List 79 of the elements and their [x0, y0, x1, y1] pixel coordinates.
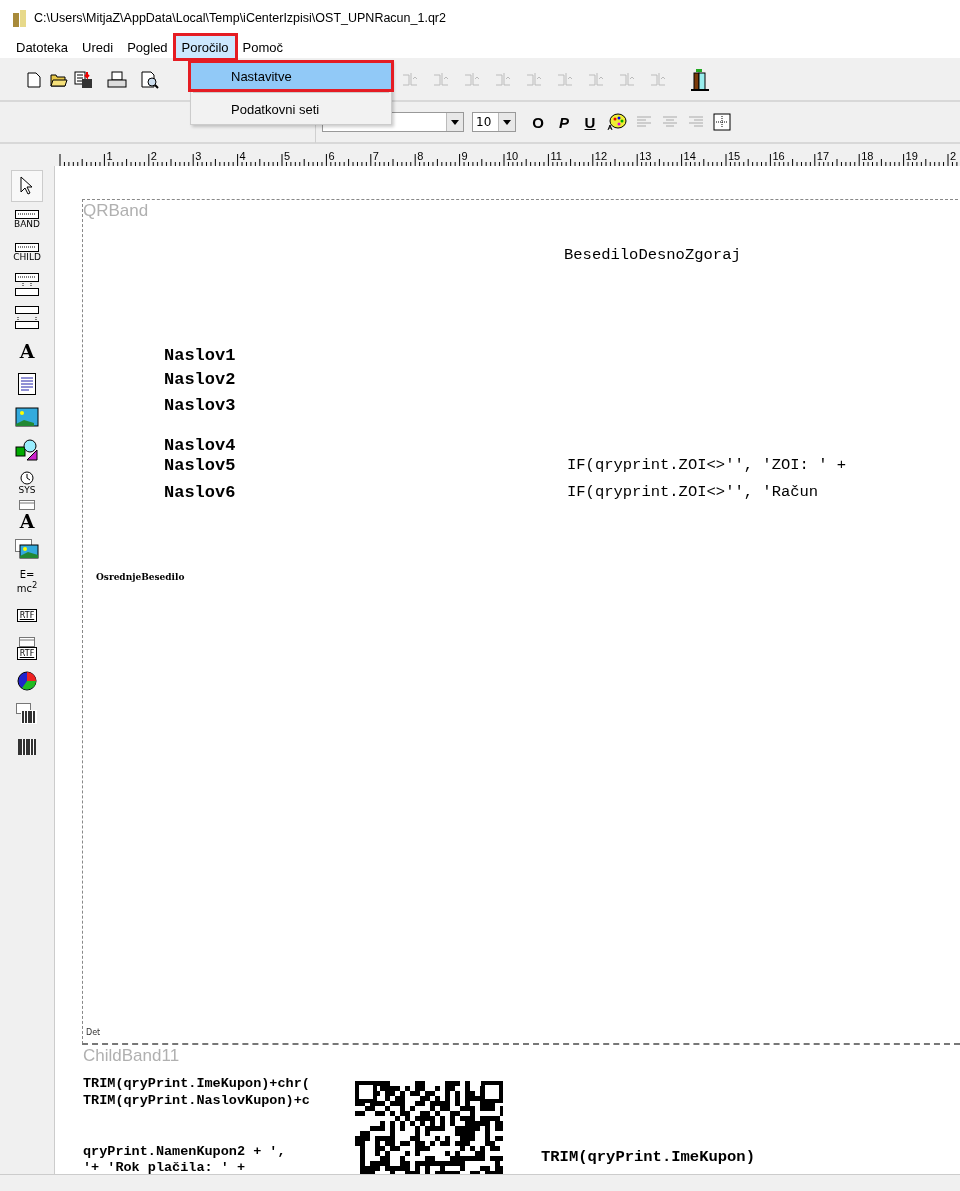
align-icon	[432, 71, 450, 89]
shapes-icon	[15, 439, 39, 461]
report-field: IF(qryprint.ZOI<>'', 'Račun	[567, 483, 819, 501]
report-field: qryPrint.NamenKupon2 + ',	[83, 1144, 286, 1159]
barcode-icon	[16, 703, 38, 725]
menu-item[interactable]: Datoteka	[10, 36, 75, 58]
align-icon	[649, 71, 667, 89]
report-field: TRIM(qryPrint.ImeKupon)+chr(	[83, 1076, 310, 1091]
align-left-icon	[637, 116, 651, 128]
pointer-icon	[20, 176, 34, 196]
report-field: Naslov5	[164, 456, 236, 475]
report-field: IF(qryprint.ZOI<>'', 'ZOI: ' +	[567, 456, 847, 474]
tool-button[interactable]: RTF	[11, 599, 43, 631]
ruler: 1 2 3 4 5 6 7 8 9 10 11 12 13 14 15 16 17 18 19 2	[0, 146, 960, 166]
format-button[interactable]: P	[552, 109, 576, 135]
band-icon	[15, 242, 39, 252]
menu-item[interactable]: Poročilo	[175, 36, 235, 58]
tool-button[interactable]: A	[11, 335, 43, 367]
app-icon	[12, 9, 28, 27]
align-icon	[556, 71, 574, 89]
align-icon	[525, 71, 543, 89]
report-field: Naslov4	[164, 436, 236, 455]
report-field: Naslov1	[164, 346, 236, 365]
window-title: C:\Users\MitjaZ\AppData\Local\Temp\iCenterIzpisi\OST_UPNRacun_1.qr2	[34, 11, 446, 25]
window-icon	[19, 500, 35, 510]
data-picture-icon	[15, 539, 39, 559]
tool-button[interactable]: A	[11, 500, 43, 532]
band-icon	[15, 209, 39, 219]
document-icon	[18, 373, 36, 395]
align-icon	[618, 71, 636, 89]
align-icon	[494, 71, 512, 89]
toolbar-button[interactable]	[688, 66, 712, 94]
menu-item[interactable]: Podatkovni seti	[191, 96, 391, 122]
clock-icon	[20, 471, 34, 485]
align-icon	[463, 71, 481, 89]
font-size-dropdown[interactable]: 10	[472, 112, 516, 132]
save-icon	[74, 71, 94, 89]
tool-button[interactable]	[11, 170, 43, 202]
format-button[interactable]: U	[578, 109, 602, 135]
menu-item[interactable]: Pomoč	[236, 36, 290, 58]
format-button[interactable]: O	[526, 109, 550, 135]
preview-icon	[141, 71, 159, 89]
tool-button[interactable]: SYS	[11, 467, 43, 499]
band-label: QRBand	[83, 201, 149, 221]
frame-icon	[713, 113, 731, 131]
palette-icon	[607, 113, 627, 131]
report-field: TRIM(qryPrint.ImeKupon)	[541, 1148, 755, 1166]
tool-button[interactable]: E= mc$^{2}$	[11, 566, 43, 598]
caret-icon	[503, 119, 511, 125]
report-field: '+ 'Rok plačila: ' +	[83, 1160, 246, 1174]
menu-item[interactable]: Pogled	[121, 36, 174, 58]
report-field: TRIM(qryPrint.NaslovKupon)+c	[83, 1093, 310, 1108]
report-field: OsrednjeBesedilo	[96, 572, 185, 582]
report-field: Naslov3	[164, 396, 236, 415]
menu-item[interactable]: Uredi	[76, 36, 120, 58]
align-right-icon	[689, 116, 703, 128]
align-center-icon	[663, 116, 677, 128]
band-label: ChildBand11	[83, 1046, 180, 1066]
exit-door-icon	[690, 68, 710, 92]
window-icon	[19, 636, 35, 647]
group-band-icon	[15, 273, 39, 297]
align-icon	[587, 71, 605, 89]
menu-item[interactable]: Nastavitve	[191, 63, 391, 89]
report-field: BesediloDesnoZgoraj	[564, 246, 741, 264]
band-label: Det	[86, 1028, 101, 1037]
report-field: Naslov2	[164, 370, 236, 389]
barcode-icon	[16, 736, 38, 758]
sub-band-icon	[15, 306, 39, 330]
folder-icon	[50, 73, 68, 87]
pie-chart-icon	[17, 671, 37, 691]
caret-icon	[451, 119, 459, 125]
printer-icon	[107, 71, 127, 89]
tool-button[interactable]: BAND	[11, 203, 43, 235]
align-icon	[401, 71, 419, 89]
report-field: Naslov6	[164, 483, 236, 502]
landscape-picture-icon	[15, 407, 39, 427]
tool-button[interactable]: CHILD	[11, 236, 43, 268]
tool-button[interactable]: RTF	[11, 632, 43, 664]
new-file-icon	[27, 72, 41, 88]
